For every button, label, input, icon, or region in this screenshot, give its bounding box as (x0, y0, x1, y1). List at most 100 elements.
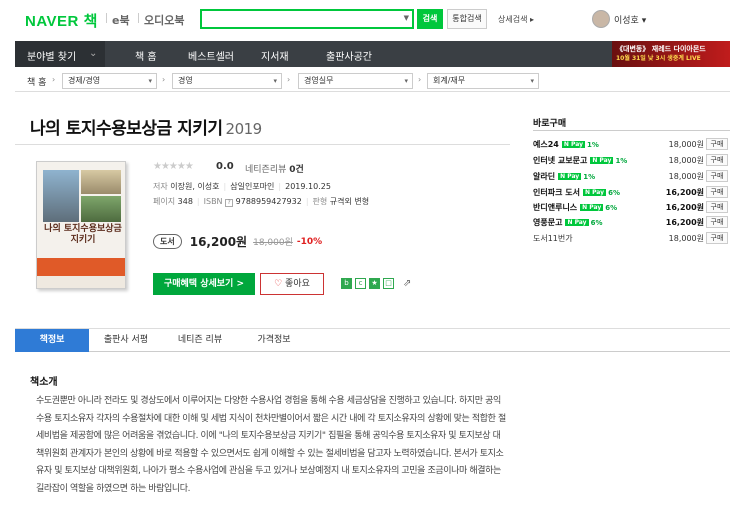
divider (138, 13, 139, 23)
store-row: 예스24 N Pay 1% 18,000원 구매 (533, 138, 730, 152)
meta-row-author: 저자 이장원, 이성호 | 삼일인포마인 | 2019.10.25 (153, 182, 331, 191)
intro-heading: 책소개 (30, 377, 58, 388)
nav-item-library[interactable]: 지서재 (261, 48, 289, 63)
tab-publisher-review[interactable]: 출판사 서평 (89, 329, 163, 352)
tab-book-info[interactable]: 책정보 (15, 329, 89, 352)
store-buy-button[interactable]: 구매 (706, 138, 728, 150)
ad-line2: 10월 31일 낮 3시 생중계 LIVE (616, 55, 701, 62)
chevron-right-icon: › (287, 75, 291, 84)
band-share-icon[interactable]: □ (383, 278, 394, 289)
tab-price-info[interactable]: 가격정보 (237, 329, 311, 352)
sale-price: 16,200원 (189, 235, 248, 249)
npay-pct: 1% (615, 157, 628, 165)
breadcrumb-select-1[interactable]: 경제/경영 ▾ (62, 73, 157, 89)
breadcrumb-select-3[interactable]: 경영실무 ▾ (298, 73, 413, 89)
book-year: 2019 (225, 120, 263, 138)
heart-icon: ♡ (274, 279, 283, 289)
breadcrumb-select-2[interactable]: 경영 ▾ (172, 73, 282, 89)
avatar (592, 10, 610, 28)
store-row: 반디앤루니스 N Pay 6% 16,200원 구매 (533, 201, 730, 215)
share-icons: b c ★ □ ⇗ (341, 278, 411, 289)
store-buy-button[interactable]: 구매 (706, 232, 728, 244)
category-label: 분야별 찾기 (27, 52, 77, 63)
ebook-link[interactable]: e북 (112, 12, 130, 28)
nav-item-book-home[interactable]: 책 홈 (135, 48, 157, 63)
tab-netizen-review[interactable]: 네티즌 리뷰 (163, 329, 237, 352)
cover-bottom (37, 276, 125, 288)
search-input[interactable] (202, 11, 398, 27)
cover-photo (43, 170, 79, 222)
breadcrumb-select-4[interactable]: 회계/재무 ▾ (427, 73, 539, 89)
integrated-search-button[interactable]: 통합검색 (447, 9, 487, 29)
store-row: 영풍문고 N Pay 6% 16,200원 구매 (533, 216, 730, 230)
chevron-right-icon: › (52, 75, 56, 84)
share-icon[interactable]: ⇗ (403, 278, 411, 289)
audiobook-link[interactable]: 오디오북 (144, 12, 184, 28)
chevron-down-icon: ▾ (530, 77, 534, 85)
breadcrumb-select-label: 회계/재무 (433, 76, 466, 85)
nav-item-bestseller[interactable]: 베스트셀러 (188, 48, 234, 63)
store-buy-button[interactable]: 구매 (706, 186, 728, 198)
store-buy-button[interactable]: 구매 (706, 201, 728, 213)
help-icon[interactable]: ? (225, 199, 234, 207)
blog-share-icon[interactable]: b (341, 278, 352, 289)
isbn-value: 9788959427932 (235, 197, 302, 206)
store-name[interactable]: 인터파크 도서 N Pay 6% (533, 187, 620, 198)
store-buy-button[interactable]: 구매 (706, 216, 728, 228)
book-cover[interactable]: 나의 토지수용보상금 지키기 (36, 161, 126, 289)
publish-date: 2019.10.25 (285, 182, 331, 191)
purchase-benefit-button[interactable]: 구매혜택 상세보기 > (153, 273, 255, 295)
category-menu-button[interactable]: 분야별 찾기 ⌄ (15, 41, 105, 67)
chevron-down-icon: ▾ (148, 77, 152, 85)
page-title: 나의 토지수용보상금 지키기 2019 (30, 114, 262, 139)
book-title: 나의 토지수용보상금 지키기 (30, 119, 223, 139)
author-link[interactable]: 이장원, 이성호 (170, 182, 219, 191)
nav-item-publisher[interactable]: 출판사공간 (326, 48, 372, 63)
store-name[interactable]: 예스24 N Pay 1% (533, 139, 599, 150)
publisher-link[interactable]: 삼일인포마인 (230, 182, 274, 191)
username: 이성호 ▾ (614, 15, 647, 26)
breadcrumb-select-label: 경영 (178, 76, 193, 85)
rating-score: 0.0 (216, 161, 234, 172)
store-name[interactable]: 반디앤루니스 N Pay 6% (533, 202, 617, 213)
main-nav: 분야별 찾기 ⌄ 책 홈 베스트셀러 지서재 출판사공간 《대변동》 재레드 다… (15, 41, 730, 67)
store-name[interactable]: 인터넷 교보문고 N Pay 1% (533, 155, 627, 166)
original-price: 18,000원 (253, 238, 293, 248)
store-name[interactable]: 알라딘 N Pay 1% (533, 171, 595, 182)
npay-badge: N Pay (561, 141, 585, 148)
store-name-text: 인터파크 도서 (533, 188, 580, 197)
star-share-icon[interactable]: ★ (369, 278, 380, 289)
meta-row-details: 페이지 348 | ISBN ? 9788959427932 | 판형 규격외 변형 (153, 197, 370, 207)
chevron-down-icon: ⌄ (89, 48, 98, 59)
intro-text: 수도권뿐만 아니라 전라도 및 경상도에서 이루어지는 다양한 수용사업 경험을… (36, 396, 506, 494)
user-menu[interactable]: 이성호 ▾ (592, 10, 646, 28)
store-price: 16,200원 (665, 218, 704, 227)
npay-badge: N Pay (590, 157, 614, 164)
format-tag: 도서 (153, 234, 182, 249)
naver-book-logo[interactable]: NAVER 책 (25, 10, 98, 31)
review-count[interactable]: 네티즌리뷰 0건 (245, 162, 304, 175)
search-button[interactable]: 검색 (417, 9, 443, 29)
store-name-text: 알라딘 (533, 172, 556, 181)
ad-line1: 《대변동》 재레드 다이아몬드 (616, 45, 706, 53)
store-name-text: 인터넷 교보문고 (533, 156, 588, 165)
store-row: 인터파크 도서 N Pay 6% 16,200원 구매 (533, 186, 730, 200)
cover-photo (81, 170, 121, 194)
store-price: 18,000원 (668, 156, 704, 165)
store-name[interactable]: 영풍문고 N Pay 6% (533, 217, 602, 228)
store-row: 도서11번가 18,000원 구매 (533, 232, 730, 246)
review-count-value: 0건 (289, 165, 304, 175)
chevron-down-icon[interactable]: ▼ (404, 14, 409, 22)
detail-search-link[interactable]: 상세검색 ▸ (498, 14, 534, 25)
breadcrumb-home[interactable]: 책 홈 (27, 75, 46, 88)
store-name[interactable]: 도서11번가 (533, 233, 573, 244)
npay-pct: 1% (583, 173, 596, 181)
store-buy-button[interactable]: 구매 (706, 154, 728, 166)
like-button[interactable]: ♡ 좋아요 (260, 273, 324, 295)
store-buy-button[interactable]: 구매 (706, 170, 728, 182)
store-price: 18,000원 (668, 172, 704, 181)
cover-photo (81, 196, 121, 222)
ad-banner[interactable]: 《대변동》 재레드 다이아몬드 10월 31일 낮 3시 생중계 LIVE (612, 41, 730, 67)
cafe-share-icon[interactable]: c (355, 278, 366, 289)
store-price: 18,000원 (668, 140, 704, 149)
